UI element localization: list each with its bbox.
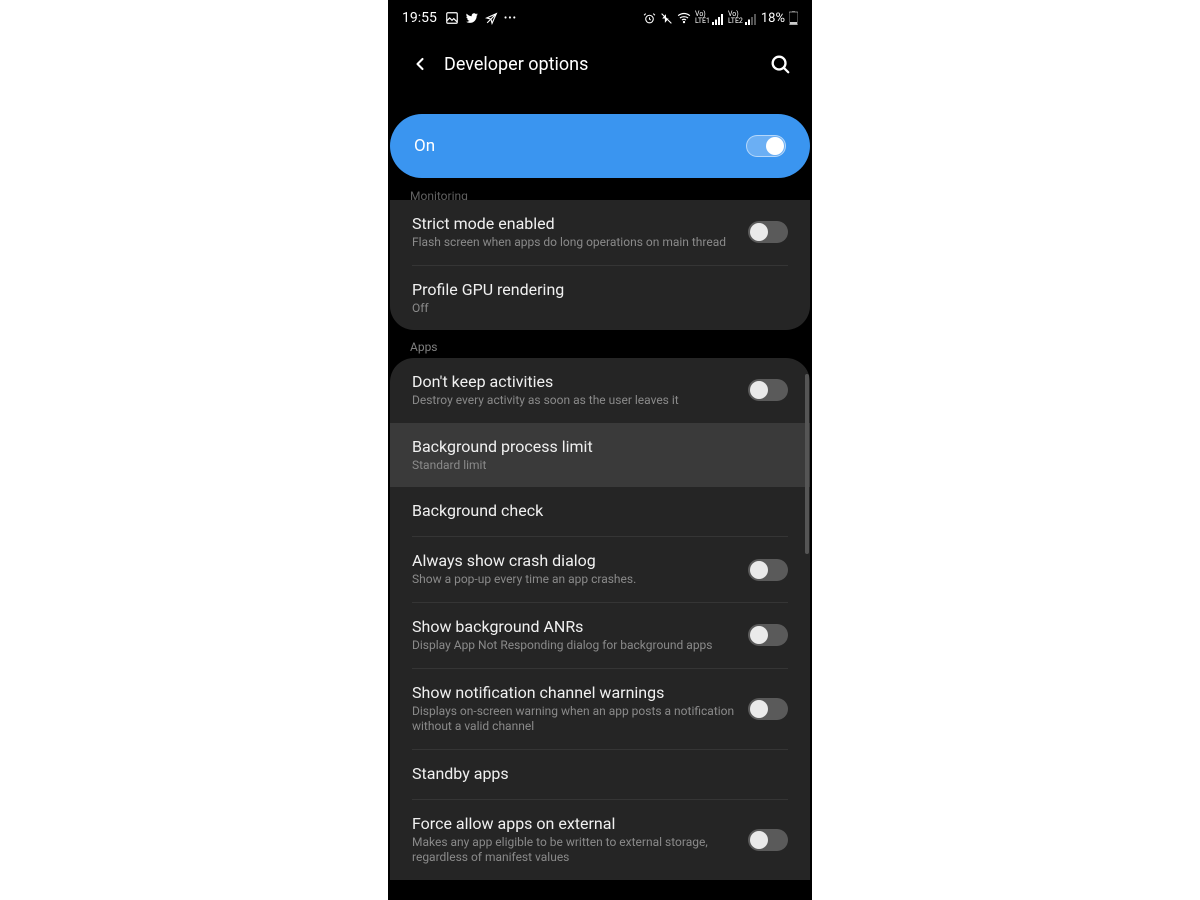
row-dont-keep-activities[interactable]: Don't keep activities Destroy every acti… bbox=[390, 358, 810, 423]
master-toggle-label: On bbox=[414, 136, 435, 156]
row-subtitle: Displays on-screen warning when an app p… bbox=[412, 704, 736, 735]
row-title: Background process limit bbox=[412, 437, 776, 456]
row-title: Show background ANRs bbox=[412, 617, 736, 636]
row-subtitle: Display App Not Responding dialog for ba… bbox=[412, 638, 736, 654]
twitter-icon bbox=[465, 11, 479, 25]
row-subtitle: Show a pop-up every time an app crashes. bbox=[412, 572, 736, 588]
row-subtitle: Flash screen when apps do long operation… bbox=[412, 235, 736, 251]
row-standby-apps[interactable]: Standby apps bbox=[390, 750, 810, 799]
toggle-crash-dialog[interactable] bbox=[748, 559, 788, 581]
toggle-notif-warn[interactable] bbox=[748, 698, 788, 720]
phone-frame: 19:55 ••• Vo)LTE1 bbox=[388, 0, 812, 900]
signal-lte2-icon: Vo)LTE2 bbox=[728, 11, 757, 25]
row-bg-anrs[interactable]: Show background ANRs Display App Not Res… bbox=[390, 603, 810, 668]
row-bg-check[interactable]: Background check bbox=[390, 487, 810, 536]
master-toggle[interactable]: On bbox=[390, 114, 810, 178]
row-subtitle: Standard limit bbox=[412, 458, 776, 474]
toggle-dont-keep-activities[interactable] bbox=[748, 379, 788, 401]
battery-percent: 18% bbox=[761, 11, 785, 26]
section-apps: Don't keep activities Destroy every acti… bbox=[390, 358, 810, 880]
toggle-force-external[interactable] bbox=[748, 829, 788, 851]
row-title: Force allow apps on external bbox=[412, 814, 736, 833]
toggle-strict-mode[interactable] bbox=[748, 221, 788, 243]
row-subtitle: Off bbox=[412, 301, 776, 317]
battery-icon bbox=[789, 11, 798, 25]
signal-lte1-icon: Vo)LTE1 bbox=[695, 11, 724, 25]
row-title: Always show crash dialog bbox=[412, 551, 736, 570]
scrollbar[interactable] bbox=[805, 374, 809, 554]
row-strict-mode[interactable]: Strict mode enabled Flash screen when ap… bbox=[390, 200, 810, 265]
page-title: Developer options bbox=[444, 54, 766, 75]
row-title: Don't keep activities bbox=[412, 372, 736, 391]
row-force-external[interactable]: Force allow apps on external Makes any a… bbox=[390, 800, 810, 880]
row-title: Background check bbox=[412, 501, 776, 520]
row-notif-warn[interactable]: Show notification channel warnings Displ… bbox=[390, 669, 810, 749]
row-title: Standby apps bbox=[412, 764, 776, 783]
gallery-icon bbox=[445, 11, 459, 25]
master-toggle-switch[interactable] bbox=[746, 135, 786, 157]
status-clock: 19:55 bbox=[402, 10, 437, 26]
status-left-icons: 19:55 ••• bbox=[402, 10, 517, 26]
row-title: Strict mode enabled bbox=[412, 214, 736, 233]
row-subtitle: Makes any app eligible to be written to … bbox=[412, 835, 736, 866]
alarm-icon bbox=[643, 12, 656, 25]
row-subtitle: Destroy every activity as soon as the us… bbox=[412, 393, 736, 409]
vibrate-icon bbox=[660, 12, 673, 25]
location-off-icon bbox=[485, 12, 498, 25]
row-crash-dialog[interactable]: Always show crash dialog Show a pop-up e… bbox=[390, 537, 810, 602]
wifi-icon bbox=[677, 11, 691, 25]
row-profile-gpu[interactable]: Profile GPU rendering Off bbox=[390, 266, 810, 331]
app-header: Developer options bbox=[388, 36, 812, 92]
section-header-monitoring: Monitoring bbox=[388, 178, 812, 200]
toggle-bg-anrs[interactable] bbox=[748, 624, 788, 646]
section-monitoring: Strict mode enabled Flash screen when ap… bbox=[390, 200, 810, 330]
row-title: Show notification channel warnings bbox=[412, 683, 736, 702]
section-header-apps: Apps bbox=[388, 330, 812, 358]
more-icon: ••• bbox=[504, 13, 517, 24]
back-button[interactable] bbox=[406, 50, 434, 78]
row-title: Profile GPU rendering bbox=[412, 280, 776, 299]
row-bg-process-limit[interactable]: Background process limit Standard limit bbox=[390, 423, 810, 488]
search-button[interactable] bbox=[766, 50, 794, 78]
status-bar: 19:55 ••• Vo)LTE1 bbox=[388, 0, 812, 36]
status-right-icons: Vo)LTE1 Vo)LTE2 18% bbox=[643, 11, 798, 26]
